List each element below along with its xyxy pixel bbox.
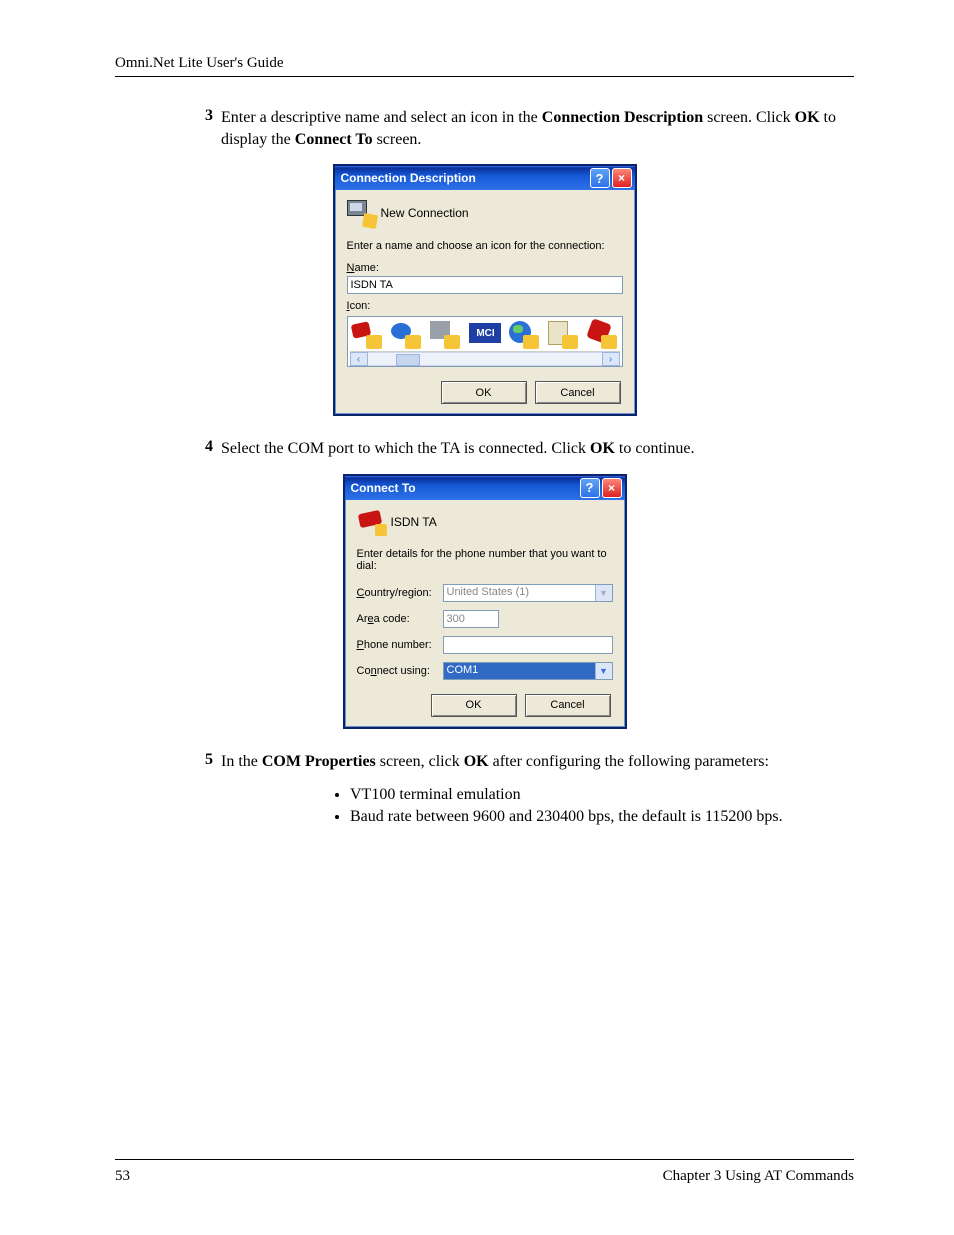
connect-to-dialog: Connect To ? × ISDN TA Enter details for… [343,474,627,729]
ok-button[interactable]: OK [431,694,517,717]
cancel-button[interactable]: Cancel [535,381,621,404]
step-number: 5 [195,751,213,773]
step-text: In the COM Properties screen, click OK a… [221,751,854,773]
close-icon[interactable]: × [602,478,622,498]
chevron-down-icon: ▼ [595,585,612,601]
area-code-label: Area code: [357,613,437,625]
step-3: 3 Enter a descriptive name and select an… [195,107,854,150]
scroll-thumb[interactable] [396,354,420,366]
titlebar[interactable]: Connect To ? × [345,476,625,500]
dialog-title: Connection Description [341,171,590,185]
ok-button[interactable]: OK [441,381,527,404]
conn-icon-globe-modem[interactable] [391,321,421,349]
help-icon[interactable]: ? [580,478,600,498]
conn-icon-notepad[interactable] [548,321,578,349]
scroll-left-icon[interactable]: ‹ [350,352,368,366]
instruction-text: Enter a name and choose an icon for the … [347,240,623,252]
new-connection-icon [347,200,375,226]
titlebar[interactable]: Connection Description ? × [335,166,635,190]
phone-number-input [443,636,613,654]
name-label: Name: [347,262,623,274]
step-text: Enter a descriptive name and select an i… [221,107,854,150]
instruction-text: Enter details for the phone number that … [357,548,613,572]
phone-number-label: Phone number: [357,639,437,651]
country-label: Country/region: [357,587,437,599]
name-input[interactable] [347,276,623,294]
help-icon[interactable]: ? [590,168,610,188]
chevron-down-icon[interactable]: ▼ [595,663,612,679]
dialog-title: Connect To [351,481,580,495]
list-item: Baud rate between 9600 and 230400 bps, t… [350,808,854,826]
icon-label: Icon: [347,300,623,312]
scroll-right-icon[interactable]: › [602,352,620,366]
conn-icon-computer[interactable] [430,321,460,349]
conn-icon-world[interactable] [509,321,539,349]
area-code-input [443,610,499,628]
cancel-button[interactable]: Cancel [525,694,611,717]
page-number: 53 [115,1168,130,1185]
step-number: 4 [195,438,213,460]
dialog-heading: ISDN TA [391,515,437,529]
close-icon[interactable]: × [612,168,632,188]
scroll-track[interactable] [368,352,602,366]
connect-using-select[interactable]: COM1 ▼ [443,662,613,680]
header-rule [115,76,854,77]
step-4: 4 Select the COM port to which the TA is… [195,438,854,460]
phone-icon [357,510,385,534]
connection-description-dialog: Connection Description ? × New Connectio… [333,164,637,416]
icon-picker[interactable]: MCI ‹ › [347,316,623,367]
conn-icon-satellite[interactable] [587,321,617,349]
conn-icon-mci[interactable]: MCI [469,321,499,349]
connect-using-label: Connect using: [357,665,437,677]
chapter-title: Chapter 3 Using AT Commands [663,1168,854,1185]
list-item: VT100 terminal emulation [350,786,854,804]
page-footer: 53 Chapter 3 Using AT Commands [115,1159,854,1185]
icon-scrollbar[interactable]: ‹ › [350,351,620,366]
step-number: 3 [195,107,213,150]
conn-icon-telephone[interactable] [352,321,382,349]
dialog-heading: New Connection [381,206,469,220]
running-header: Omni.Net Lite User's Guide [115,55,854,72]
step-text: Select the COM port to which the TA is c… [221,438,854,460]
parameter-list: VT100 terminal emulation Baud rate betwe… [350,786,854,826]
step-5: 5 In the COM Properties screen, click OK… [195,751,854,773]
country-select: United States (1) ▼ [443,584,613,602]
